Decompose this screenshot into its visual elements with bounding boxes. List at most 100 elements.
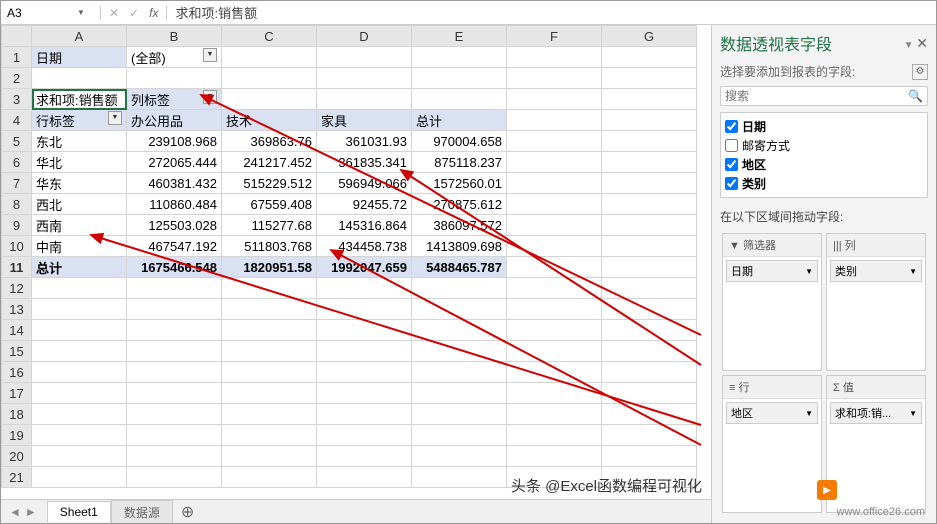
data-cell[interactable]: 511803.768 <box>222 236 317 257</box>
row-header[interactable]: 6 <box>2 152 32 173</box>
data-cell[interactable]: 970004.658 <box>412 131 507 152</box>
col-header[interactable]: D <box>317 26 412 47</box>
grand-total-label[interactable]: 总计 <box>32 257 127 278</box>
data-cell[interactable]: 434458.738 <box>317 236 412 257</box>
row-header[interactable]: 10 <box>2 236 32 257</box>
row-header[interactable]: 21 <box>2 467 32 488</box>
spreadsheet-grid[interactable]: A B C D E F G 1 日期 (全部)▼ <box>1 25 697 488</box>
data-cell[interactable]: 272065.444 <box>127 152 222 173</box>
data-cell[interactable]: 110860.484 <box>127 194 222 215</box>
area-columns[interactable]: ||| 列 类别▼ <box>826 233 926 371</box>
row-header[interactable]: 7 <box>2 173 32 194</box>
field-checkbox[interactable] <box>725 139 738 152</box>
col-header[interactable]: B <box>127 26 222 47</box>
field-search-input[interactable] <box>725 89 908 103</box>
col-header[interactable]: G <box>602 26 697 47</box>
grand-total-cell[interactable]: 1675466.548 <box>127 257 222 278</box>
name-box[interactable]: ▼ <box>1 6 101 20</box>
data-cell[interactable]: 467547.192 <box>127 236 222 257</box>
fx-icon[interactable]: fx <box>149 6 158 20</box>
data-cell[interactable]: 华东 <box>32 173 127 194</box>
data-cell[interactable]: 92455.72 <box>317 194 412 215</box>
data-cell[interactable]: 1572560.01 <box>412 173 507 194</box>
dropdown-icon[interactable]: ▼ <box>909 409 917 418</box>
data-cell[interactable]: 361835.341 <box>317 152 412 173</box>
area-values[interactable]: Σ 值 求和项:销...▼ <box>826 375 926 513</box>
col-header[interactable]: A <box>32 26 127 47</box>
col-header[interactable]: C <box>222 26 317 47</box>
area-item[interactable]: 地区▼ <box>726 402 818 424</box>
data-cell[interactable]: 1413809.698 <box>412 236 507 257</box>
field-item[interactable]: 类别 <box>725 174 923 193</box>
row-header[interactable]: 14 <box>2 320 32 341</box>
data-cell[interactable]: 241217.452 <box>222 152 317 173</box>
col-header-cell[interactable]: 总计 <box>412 110 507 131</box>
row-header[interactable]: 1 <box>2 47 32 68</box>
field-item[interactable]: 邮寄方式 <box>725 136 923 155</box>
area-item[interactable]: 类别▼ <box>830 260 922 282</box>
data-cell[interactable]: 239108.968 <box>127 131 222 152</box>
grand-total-cell[interactable]: 1820951.58 <box>222 257 317 278</box>
data-cell[interactable]: 115277.68 <box>222 215 317 236</box>
data-cell[interactable]: 386097.572 <box>412 215 507 236</box>
row-header[interactable]: 18 <box>2 404 32 425</box>
col-header[interactable]: F <box>507 26 602 47</box>
row-header[interactable]: 20 <box>2 446 32 467</box>
row-header[interactable]: 19 <box>2 425 32 446</box>
data-cell[interactable]: 西北 <box>32 194 127 215</box>
values-label-cell[interactable]: 求和项:销售额 <box>32 89 127 110</box>
row-labels-cell[interactable]: 行标签▼ <box>32 110 127 131</box>
data-cell[interactable]: 596949.066 <box>317 173 412 194</box>
field-checkbox[interactable] <box>725 158 738 171</box>
row-header[interactable]: 3 <box>2 89 32 110</box>
col-header[interactable]: E <box>412 26 507 47</box>
add-sheet-button[interactable]: ⊕ <box>173 502 202 522</box>
tab-nav[interactable]: ◄► <box>9 505 47 519</box>
data-cell[interactable]: 西南 <box>32 215 127 236</box>
dropdown-icon[interactable]: ▼ <box>805 409 813 418</box>
name-box-dropdown-icon[interactable]: ▼ <box>77 8 85 17</box>
field-pane-gear-icon[interactable]: ⚙ <box>912 64 928 80</box>
data-cell[interactable]: 369863.76 <box>222 131 317 152</box>
area-item[interactable]: 日期▼ <box>726 260 818 282</box>
field-checkbox[interactable] <box>725 120 738 133</box>
data-cell[interactable]: 67559.408 <box>222 194 317 215</box>
dropdown-icon[interactable]: ▼ <box>909 267 917 276</box>
row-dropdown-icon[interactable]: ▼ <box>108 111 122 125</box>
data-cell[interactable]: 460381.432 <box>127 173 222 194</box>
formula-input[interactable]: 求和项:销售额 <box>167 3 936 22</box>
tab-sheet1[interactable]: Sheet1 <box>47 501 111 522</box>
data-cell[interactable]: 145316.864 <box>317 215 412 236</box>
area-item[interactable]: 求和项:销...▼ <box>830 402 922 424</box>
filter-dropdown-icon[interactable]: ▼ <box>203 48 217 62</box>
data-cell[interactable]: 华北 <box>32 152 127 173</box>
cell-reference-input[interactable] <box>7 6 77 20</box>
col-labels-cell[interactable]: 列标签▼ <box>127 89 222 110</box>
area-filters[interactable]: ▼ 筛选器 日期▼ <box>722 233 822 371</box>
col-header-cell[interactable]: 技术 <box>222 110 317 131</box>
data-cell[interactable]: 515229.512 <box>222 173 317 194</box>
col-header-cell[interactable]: 办公用品 <box>127 110 222 131</box>
row-header[interactable]: 12 <box>2 278 32 299</box>
grand-total-cell[interactable]: 1992047.659 <box>317 257 412 278</box>
data-cell[interactable]: 东北 <box>32 131 127 152</box>
grand-total-cell[interactable]: 5488465.787 <box>412 257 507 278</box>
data-cell[interactable]: 中南 <box>32 236 127 257</box>
col-header-cell[interactable]: 家具 <box>317 110 412 131</box>
data-cell[interactable]: 125503.028 <box>127 215 222 236</box>
field-item[interactable]: 地区 <box>725 155 923 174</box>
close-pane-icon[interactable]: ✕ <box>916 35 928 51</box>
row-header[interactable]: 2 <box>2 68 32 89</box>
row-header[interactable]: 13 <box>2 299 32 320</box>
row-header[interactable]: 4 <box>2 110 32 131</box>
row-header[interactable]: 15 <box>2 341 32 362</box>
row-header[interactable]: 8 <box>2 194 32 215</box>
row-header[interactable]: 16 <box>2 362 32 383</box>
dropdown-icon[interactable]: ▼ <box>805 267 813 276</box>
field-item[interactable]: 日期 <box>725 117 923 136</box>
data-cell[interactable]: 361031.93 <box>317 131 412 152</box>
select-all-corner[interactable] <box>2 26 32 47</box>
area-rows[interactable]: ≡ 行 地区▼ <box>722 375 822 513</box>
data-cell[interactable]: 875118.237 <box>412 152 507 173</box>
field-list[interactable]: 日期 邮寄方式 地区 类别 <box>720 112 928 198</box>
